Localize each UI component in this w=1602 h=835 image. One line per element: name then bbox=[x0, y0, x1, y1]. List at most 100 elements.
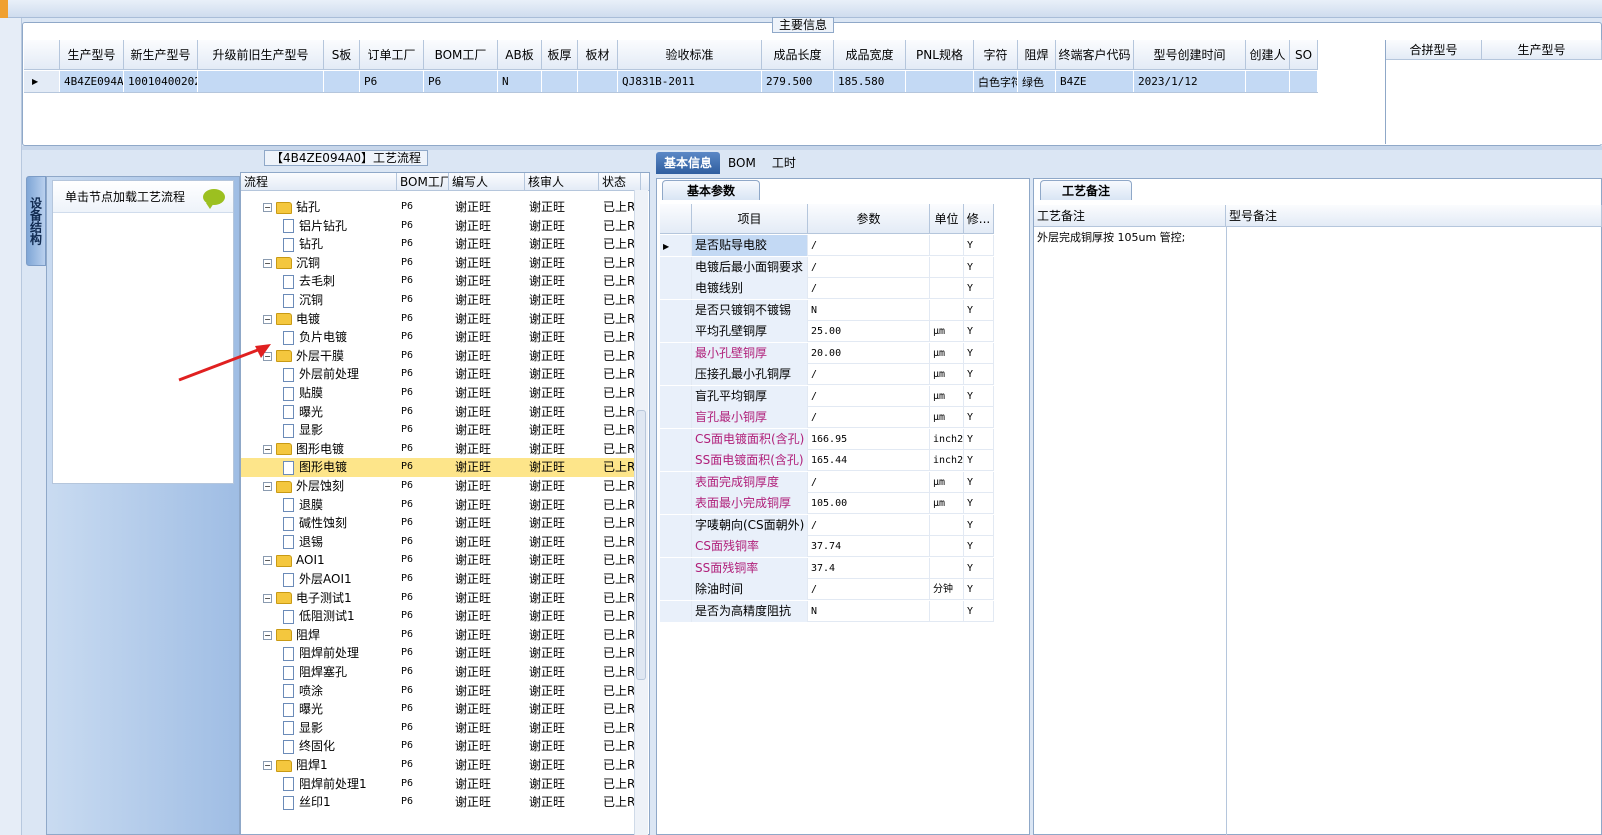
tree-node[interactable]: − 沉铜 bbox=[263, 254, 397, 273]
tree-column-header[interactable]: 核审人 bbox=[525, 173, 599, 190]
tree-node[interactable]: 丝印1 bbox=[283, 793, 397, 812]
basic-params-tab[interactable]: 基本参数 bbox=[662, 180, 760, 200]
param-row[interactable]: 是否只镀铜不镀锡 N Y bbox=[660, 299, 994, 321]
main-cell[interactable] bbox=[1246, 71, 1290, 92]
merged-column-header[interactable]: 生产型号 bbox=[1482, 40, 1602, 59]
tree-row[interactable]: 阻焊前处理1 P6 谢正旺 谢正旺 已上R bbox=[241, 775, 641, 794]
param-row[interactable]: 盲孔平均铜厚 / μm Y bbox=[660, 385, 994, 407]
param-value[interactable]: / bbox=[808, 471, 930, 493]
collapse-icon[interactable]: − bbox=[263, 556, 272, 566]
param-row[interactable]: ▶ 是否贴导电胶 / Y bbox=[660, 235, 994, 257]
params-column-header[interactable]: 项目 bbox=[692, 204, 808, 233]
param-row[interactable]: SS面电镀面积(含孔) 165.44 inch2 Y bbox=[660, 450, 994, 472]
param-value[interactable]: N bbox=[808, 600, 930, 622]
main-column-header[interactable]: 订单工厂 bbox=[360, 40, 424, 69]
main-cell[interactable] bbox=[906, 71, 974, 92]
tree-node[interactable]: 喷涂 bbox=[283, 682, 397, 701]
tree-column-header[interactable]: BOM工厂 bbox=[397, 173, 449, 190]
param-value[interactable]: 105.00 bbox=[808, 493, 930, 515]
tree-node[interactable]: 去毛刺 bbox=[283, 272, 397, 291]
tree-node[interactable]: 退锡 bbox=[283, 533, 397, 552]
tree-node[interactable]: − 钻孔 bbox=[263, 198, 397, 217]
tree-node[interactable]: 低阻测试1 bbox=[283, 607, 397, 626]
tree-node[interactable]: 阻焊前处理 bbox=[283, 644, 397, 663]
remark-column-header[interactable]: 工艺备注 bbox=[1034, 205, 1226, 226]
main-column-header[interactable]: SO bbox=[1290, 40, 1318, 69]
main-column-header[interactable]: 创建人 bbox=[1246, 40, 1290, 69]
param-value[interactable]: / bbox=[808, 579, 930, 601]
tree-row[interactable]: − 沉铜 P6 谢正旺 谢正旺 已上R bbox=[241, 254, 641, 273]
main-column-header[interactable]: 阻焊 bbox=[1018, 40, 1056, 69]
tree-node[interactable]: − 电子测试1 bbox=[263, 589, 397, 608]
tree-node[interactable]: 退膜 bbox=[283, 496, 397, 515]
param-row[interactable]: 平均孔壁铜厚 25.00 μm Y bbox=[660, 321, 994, 343]
main-column-header[interactable]: 终端客户代码 bbox=[1056, 40, 1134, 69]
tree-node[interactable]: − 电镀 bbox=[263, 310, 397, 329]
param-row[interactable]: 表面完成铜厚度 / μm Y bbox=[660, 471, 994, 493]
main-column-header[interactable]: 成品长度 bbox=[762, 40, 834, 69]
tree-row[interactable]: 铝片钻孔 P6 谢正旺 谢正旺 已上R bbox=[241, 217, 641, 236]
params-column-header[interactable]: 参数 bbox=[808, 204, 930, 233]
param-value[interactable]: 20.00 bbox=[808, 342, 930, 364]
tree-row[interactable]: 阻焊塞孔 P6 谢正旺 谢正旺 已上R bbox=[241, 663, 641, 682]
tree-column-header[interactable]: 状态 bbox=[599, 173, 641, 190]
param-value[interactable]: 25.00 bbox=[808, 321, 930, 343]
equipment-structure-tab[interactable]: 设备结构 bbox=[26, 176, 46, 266]
collapse-icon[interactable]: − bbox=[263, 258, 272, 268]
tree-row[interactable]: 负片电镀 P6 谢正旺 谢正旺 已上R bbox=[241, 328, 641, 347]
params-column-header[interactable]: 单位 bbox=[930, 204, 964, 233]
tree-node[interactable]: 外层前处理 bbox=[283, 365, 397, 384]
main-cell[interactable]: N bbox=[498, 71, 542, 92]
tree-node[interactable]: 外层AOI1 bbox=[283, 570, 397, 589]
main-cell[interactable]: 绿色 bbox=[1018, 71, 1056, 92]
param-row[interactable]: 最小孔壁铜厚 20.00 μm Y bbox=[660, 342, 994, 364]
main-cell[interactable] bbox=[1290, 71, 1318, 92]
process-remark-tab[interactable]: 工艺备注 bbox=[1040, 180, 1132, 200]
main-column-header[interactable]: 板厚 bbox=[542, 40, 578, 69]
tree-column-header[interactable]: 编写人 bbox=[449, 173, 525, 190]
tree-node[interactable]: 显影 bbox=[283, 719, 397, 738]
tree-row[interactable]: 碱性蚀刻 P6 谢正旺 谢正旺 已上R bbox=[241, 514, 641, 533]
param-value[interactable]: 37.4 bbox=[808, 557, 930, 579]
collapse-icon[interactable]: − bbox=[263, 444, 272, 454]
main-column-header[interactable]: 成品宽度 bbox=[834, 40, 906, 69]
tree-row[interactable]: 退锡 P6 谢正旺 谢正旺 已上R bbox=[241, 533, 641, 552]
tree-node[interactable]: 阻焊塞孔 bbox=[283, 663, 397, 682]
param-value[interactable]: / bbox=[808, 407, 930, 429]
collapse-icon[interactable]: − bbox=[263, 314, 272, 324]
param-row[interactable]: CS面电镀面积(含孔) 166.95 inch2 Y bbox=[660, 428, 994, 450]
tree-node[interactable]: − 阻焊 bbox=[263, 626, 397, 645]
tree-scroll-thumb[interactable] bbox=[636, 410, 646, 680]
main-column-header[interactable]: 型号创建时间 bbox=[1134, 40, 1246, 69]
tree-node[interactable]: 负片电镀 bbox=[283, 328, 397, 347]
tree-row[interactable]: − 阻焊 P6 谢正旺 谢正旺 已上R bbox=[241, 626, 641, 645]
tree-row[interactable]: − 电镀 P6 谢正旺 谢正旺 已上R bbox=[241, 310, 641, 329]
param-row[interactable]: CS面残铜率 37.74 Y bbox=[660, 536, 994, 558]
main-grid-row[interactable]: ▶4B4ZE094A010010400202626P6P6NQJ831B-201… bbox=[24, 71, 1318, 93]
main-cell[interactable]: 185.580 bbox=[834, 71, 906, 92]
tree-node[interactable]: 铝片钻孔 bbox=[283, 217, 397, 236]
tree-row[interactable]: 外层AOI1 P6 谢正旺 谢正旺 已上R bbox=[241, 570, 641, 589]
collapse-icon[interactable]: − bbox=[263, 203, 272, 212]
main-column-header[interactable]: 升级前旧生产型号 bbox=[198, 40, 324, 69]
param-value[interactable]: 37.74 bbox=[808, 536, 930, 558]
main-cell[interactable]: 4B4ZE094A0 bbox=[60, 71, 124, 92]
param-row[interactable]: SS面残铜率 37.4 Y bbox=[660, 557, 994, 579]
tree-row[interactable]: 外层前处理 P6 谢正旺 谢正旺 已上R bbox=[241, 365, 641, 384]
param-value[interactable]: 166.95 bbox=[808, 428, 930, 450]
param-value[interactable]: / bbox=[808, 256, 930, 278]
tree-row[interactable]: 钻孔 P6 谢正旺 谢正旺 已上R bbox=[241, 235, 641, 254]
tab-basic-info[interactable]: 基本信息 bbox=[656, 152, 721, 174]
tree-node[interactable]: 沉铜 bbox=[283, 291, 397, 310]
param-row[interactable]: 盲孔最小铜厚 / μm Y bbox=[660, 407, 994, 429]
tree-node[interactable]: − 图形电镀 bbox=[263, 440, 397, 459]
remark-column-header[interactable]: 型号备注 bbox=[1226, 205, 1602, 226]
tree-row[interactable]: 丝印1 P6 谢正旺 谢正旺 已上R bbox=[241, 793, 641, 812]
params-column-header[interactable]: 修... bbox=[964, 204, 994, 233]
main-cell[interactable]: 白色字符 bbox=[974, 71, 1018, 92]
main-cell[interactable]: 2023/1/12 bbox=[1134, 71, 1246, 92]
tree-row[interactable]: − 图形电镀 P6 谢正旺 谢正旺 已上R bbox=[241, 440, 641, 459]
tree-node[interactable]: 显影 bbox=[283, 421, 397, 440]
tree-row[interactable]: 低阻测试1 P6 谢正旺 谢正旺 已上R bbox=[241, 607, 641, 626]
param-value[interactable]: / bbox=[808, 514, 930, 536]
